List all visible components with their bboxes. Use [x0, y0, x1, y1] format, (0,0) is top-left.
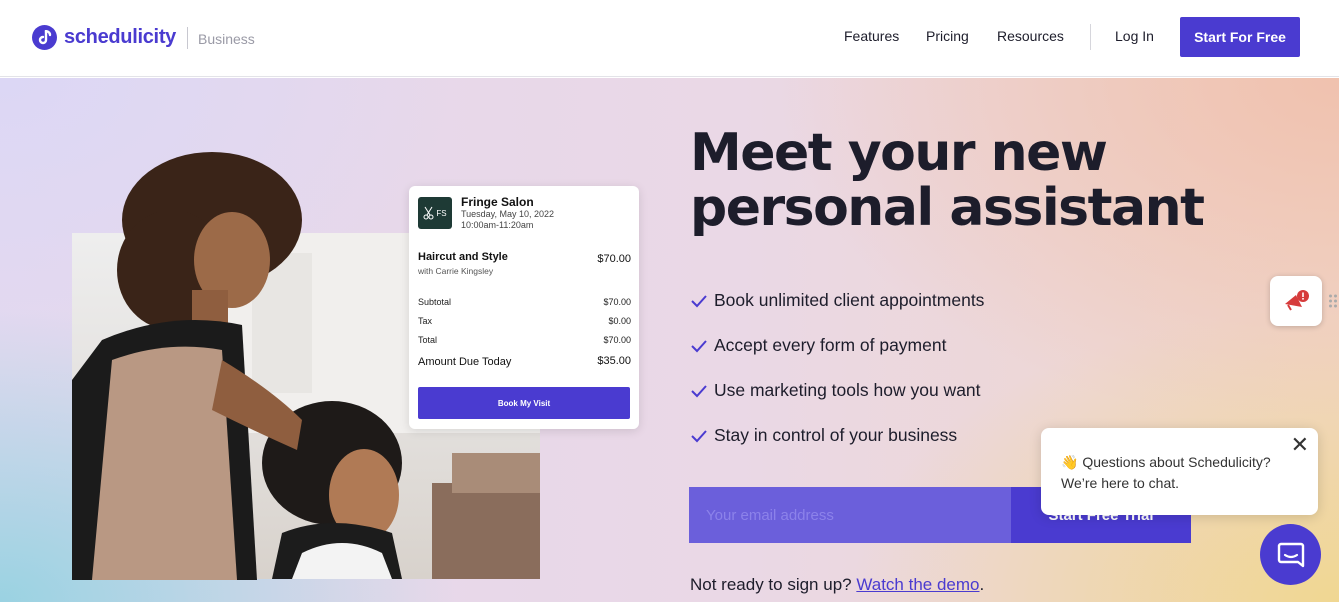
watch-demo-link[interactable]: Watch the demo	[856, 575, 979, 594]
megaphone-alert-icon	[1285, 290, 1309, 311]
checkmark-icon	[691, 429, 707, 442]
feature-text: Accept every form of payment	[714, 335, 947, 355]
logo-divider	[187, 26, 188, 49]
demo-prompt-period: .	[979, 575, 985, 594]
brand-logo[interactable]: schedulicity Business	[32, 25, 255, 50]
nav-features[interactable]: Features	[844, 28, 899, 44]
feature-text: Book unlimited client appointments	[714, 290, 985, 310]
checkmark-icon	[691, 294, 707, 307]
nav-resources[interactable]: Resources	[997, 28, 1064, 44]
login-link[interactable]: Log In	[1115, 28, 1154, 44]
appointment-time: 10:00am-11:20am	[461, 220, 534, 230]
feature-item: Accept every form of payment	[690, 323, 984, 368]
hero-headline: Meet your new personal assistant	[690, 123, 1205, 238]
booking-receipt-card: FS Fringe Salon Tuesday, May 10, 2022 10…	[409, 186, 639, 429]
demo-prompt: Not ready to sign up? Watch the demo.	[690, 575, 984, 595]
headline-line-1: Meet your new	[690, 123, 1108, 183]
feature-text: Use marketing tools how you want	[714, 380, 981, 400]
chat-bubble-icon	[1277, 542, 1304, 567]
checkmark-icon	[691, 384, 707, 397]
salon-badge-label: FS	[436, 208, 447, 218]
amount-due-value: $35.00	[597, 355, 631, 367]
checkmark-icon	[691, 339, 707, 352]
book-my-visit-button[interactable]: Book My Visit	[418, 387, 630, 419]
tax-value: $0.00	[608, 316, 631, 326]
total-value: $70.00	[603, 335, 631, 345]
amount-due-label: Amount Due Today	[418, 356, 512, 368]
feature-item: Book unlimited client appointments	[690, 278, 984, 323]
salon-name: Fringe Salon	[461, 195, 534, 209]
subtotal-label: Subtotal	[418, 297, 452, 307]
schedulicity-logo-icon	[32, 25, 57, 50]
feature-item: Use marketing tools how you want	[690, 368, 984, 413]
stylist-figure	[72, 150, 372, 580]
nav-divider	[1090, 24, 1091, 50]
chat-popup: ✕ 👋 Questions about Schedulicity? We’re …	[1041, 428, 1318, 515]
brand-subtitle: Business	[198, 30, 255, 47]
feature-item: Stay in control of your business	[690, 413, 984, 458]
tax-label: Tax	[418, 316, 433, 326]
brand-name: schedulicity	[64, 26, 176, 48]
start-for-free-button[interactable]: Start For Free	[1180, 17, 1300, 57]
close-icon[interactable]: ✕	[1291, 434, 1309, 456]
top-navbar: schedulicity Business Features Pricing R…	[0, 0, 1339, 77]
drag-handle-icon[interactable]	[1328, 293, 1338, 309]
not-ready-text: Not ready to sign up?	[690, 575, 852, 594]
wave-emoji-icon: 👋	[1061, 454, 1079, 470]
chat-question-text: Questions about Schedulicity?	[1082, 454, 1271, 470]
service-price: $70.00	[597, 253, 631, 265]
service-provider: with Carrie Kingsley	[418, 266, 494, 276]
chat-message-line-2: We’re here to chat.	[1061, 475, 1180, 491]
chat-message-line-1: 👋 Questions about Schedulicity?	[1061, 454, 1271, 471]
notification-widget[interactable]	[1270, 276, 1322, 326]
feature-list: Book unlimited client appointments Accep…	[690, 278, 984, 458]
feature-text: Stay in control of your business	[714, 425, 958, 445]
email-input[interactable]: Your email address	[689, 487, 1011, 543]
nav-pricing[interactable]: Pricing	[926, 28, 969, 44]
salon-badge: FS	[418, 197, 452, 229]
total-label: Total	[418, 335, 438, 345]
scissors-icon	[423, 206, 434, 220]
headline-line-2: personal assistant	[690, 178, 1205, 238]
chat-launcher-button[interactable]	[1260, 524, 1321, 585]
service-name: Haircut and Style	[418, 251, 508, 263]
appointment-date: Tuesday, May 10, 2022	[461, 209, 555, 219]
subtotal-value: $70.00	[603, 297, 631, 307]
